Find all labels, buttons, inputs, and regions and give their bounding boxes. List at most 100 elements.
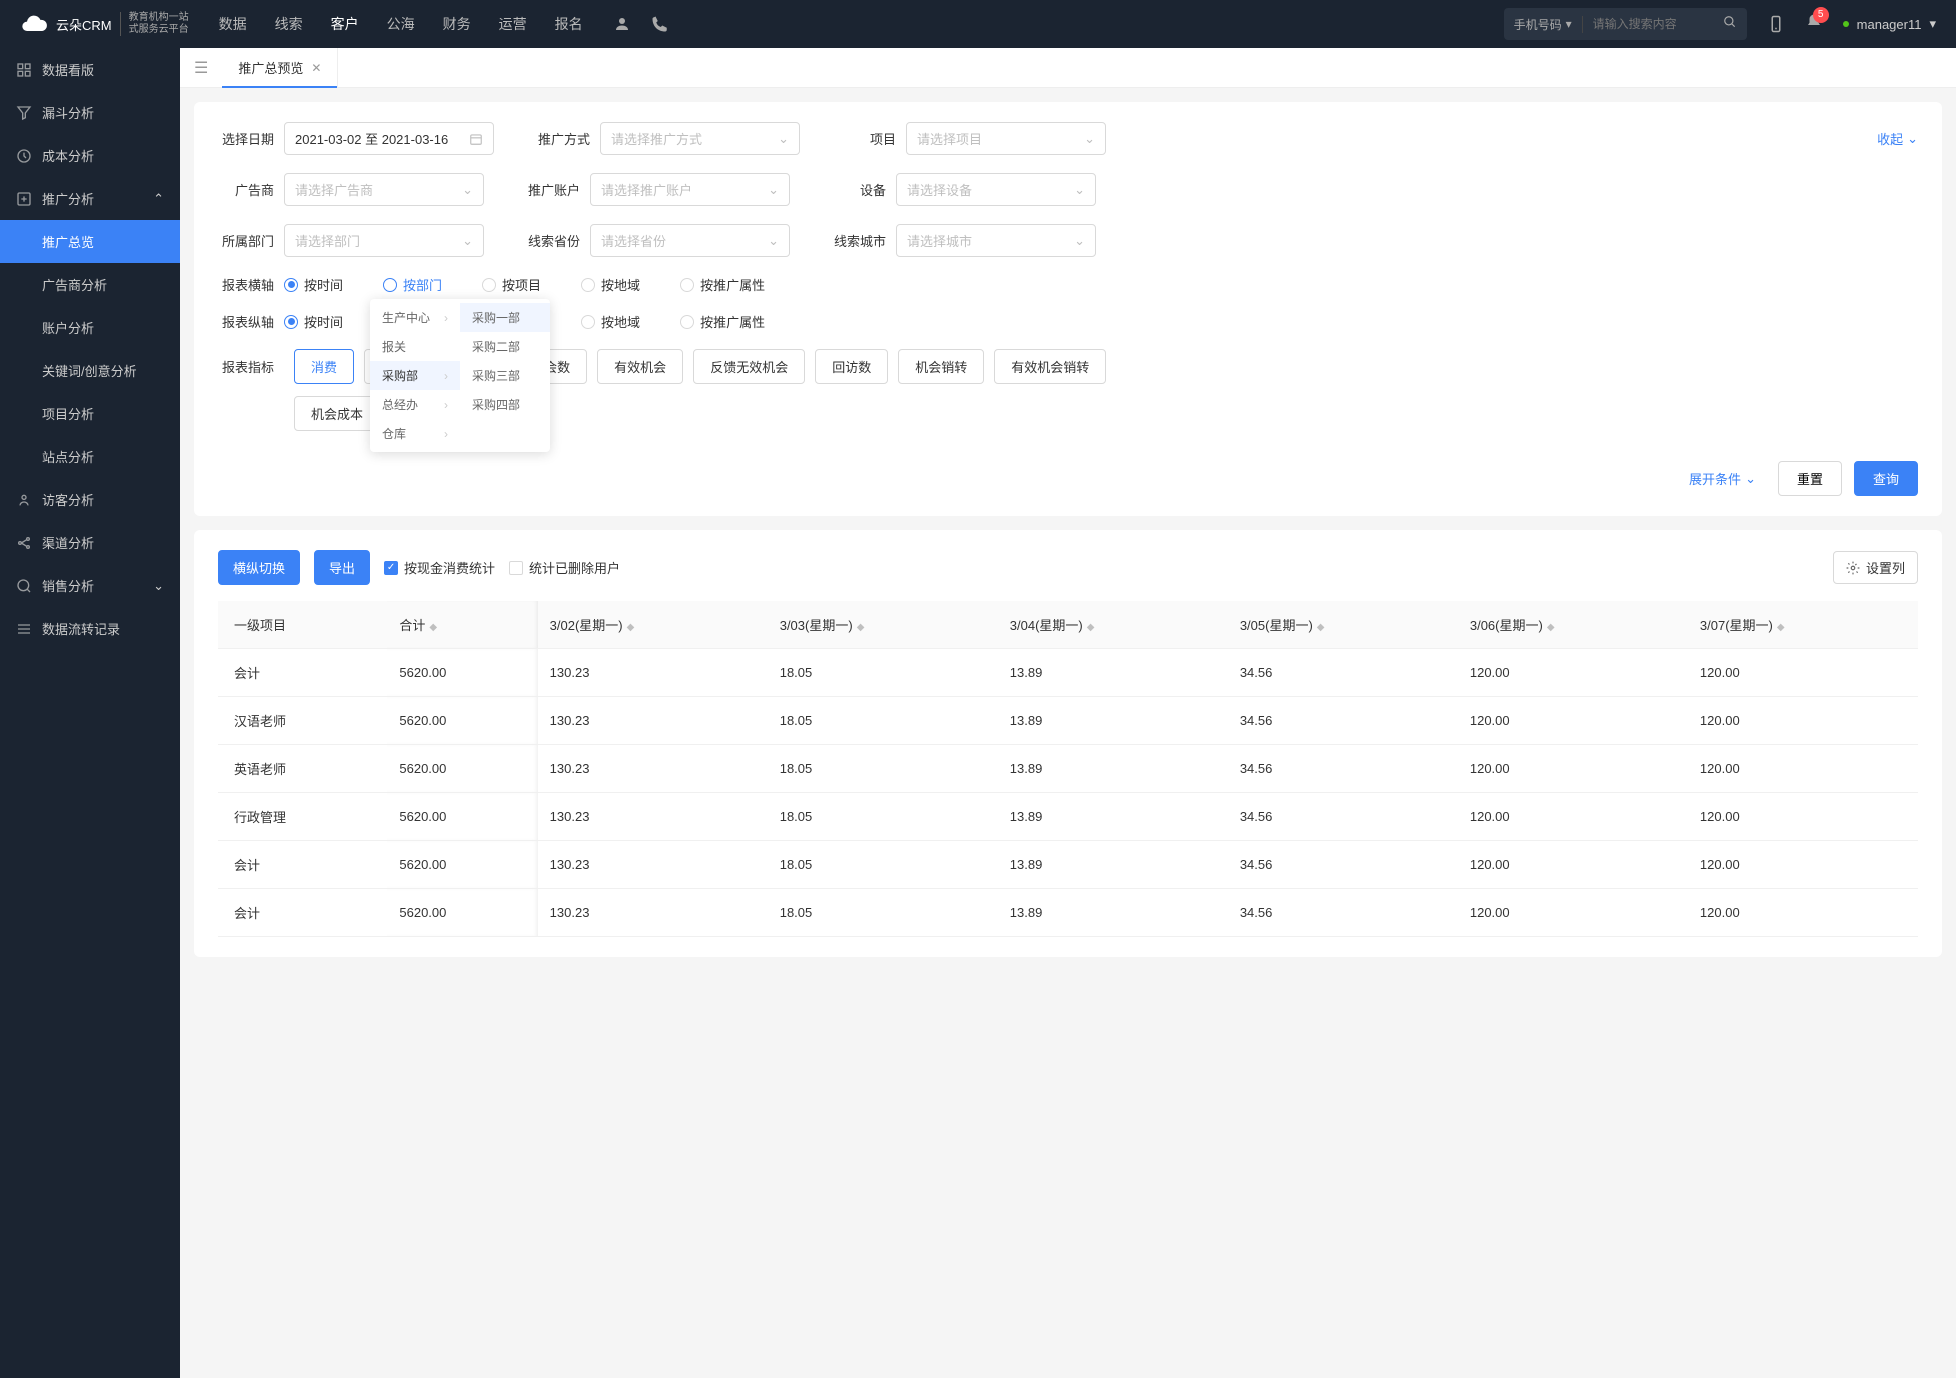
sidebar-item[interactable]: 访客分析 (0, 478, 180, 521)
metric-button[interactable]: 消费 (294, 349, 354, 384)
sidebar-item[interactable]: 推广分析⌃ (0, 177, 180, 220)
cash-stats-checkbox[interactable]: ✓ 按现金消费统计 (384, 558, 495, 577)
project-select[interactable]: 请选择项目 ⌄ (906, 122, 1106, 155)
search-type-select[interactable]: 手机号码 ▾ (1504, 16, 1583, 33)
nav-item[interactable]: 公海 (387, 14, 415, 34)
dropdown-item[interactable]: 生产中心› (370, 303, 460, 332)
radio-option[interactable]: 按推广属性 (680, 275, 765, 294)
dropdown-item[interactable]: 总经办› (370, 390, 460, 419)
advertiser-select[interactable]: 请选择广告商 ⌄ (284, 173, 484, 206)
table-header[interactable]: 3/06(星期一)◆ (1458, 601, 1688, 649)
sidebar-subitem[interactable]: 关键词/创意分析 (0, 349, 180, 392)
province-select[interactable]: 请选择省份 ⌄ (590, 224, 790, 257)
deleted-users-checkbox[interactable]: 统计已删除用户 (509, 558, 620, 577)
sidebar-item[interactable]: 成本分析 (0, 134, 180, 177)
table-cell: 5620.00 (387, 745, 537, 793)
chevron-down-icon: ⌄ (768, 182, 779, 198)
nav-item[interactable]: 运营 (499, 14, 527, 34)
table-header[interactable]: 一级项目 (218, 601, 387, 649)
table-header[interactable]: 3/07(星期一)◆ (1688, 601, 1918, 649)
sidebar-subitem[interactable]: 账户分析 (0, 306, 180, 349)
export-button[interactable]: 导出 (314, 550, 370, 585)
sidebar-item[interactable]: 数据流转记录 (0, 607, 180, 650)
table-header[interactable]: 3/05(星期一)◆ (1228, 601, 1458, 649)
city-select[interactable]: 请选择城市 ⌄ (896, 224, 1096, 257)
table-row: 会计5620.00130.2318.0513.8934.56120.00120.… (218, 649, 1918, 697)
sidebar-item[interactable]: 渠道分析 (0, 521, 180, 564)
metric-button[interactable]: 机会销转 (898, 349, 984, 384)
radio-option[interactable]: 按部门 (383, 275, 442, 294)
sort-icon: ◆ (857, 622, 865, 633)
dropdown-item[interactable]: 采购四部 (460, 390, 550, 419)
table-header[interactable]: 3/03(星期一)◆ (768, 601, 998, 649)
dropdown-item[interactable]: 报关 (370, 332, 460, 361)
hamburger-icon[interactable]: ☰ (180, 58, 222, 78)
toggle-axis-button[interactable]: 横纵切换 (218, 550, 300, 585)
radio-option[interactable]: 按地域 (581, 275, 640, 294)
date-range-input[interactable]: 2021-03-02 至 2021-03-16 (284, 122, 494, 155)
nav-item[interactable]: 线索 (275, 14, 303, 34)
table-cell: 34.56 (1228, 697, 1458, 745)
table-cell: 18.05 (768, 793, 998, 841)
phone-icon[interactable] (651, 15, 669, 33)
dropdown-item[interactable]: 采购三部 (460, 361, 550, 390)
table-panel: 横纵切换 导出 ✓ 按现金消费统计 统计已删除用户 设置列 一级项目合计◆3/0… (194, 530, 1942, 957)
metric-button[interactable]: 回访数 (815, 349, 888, 384)
radio-option[interactable]: 按时间 (284, 312, 343, 331)
dropdown-item[interactable]: 采购一部 (460, 303, 550, 332)
notifications[interactable]: 5 (1805, 13, 1823, 36)
mobile-icon[interactable] (1767, 15, 1785, 33)
sidebar-item[interactable]: 数据看版 (0, 48, 180, 91)
sidebar-subitem[interactable]: 项目分析 (0, 392, 180, 435)
metric-button[interactable]: 反馈无效机会 (693, 349, 805, 384)
promo-method-select[interactable]: 请选择推广方式 ⌄ (600, 122, 800, 155)
user-menu[interactable]: manager11 ▾ (1843, 16, 1936, 32)
dropdown-item[interactable]: 采购部› (370, 361, 460, 390)
radio-option[interactable]: 按项目 (482, 275, 541, 294)
user-icon[interactable] (613, 15, 631, 33)
nav-item[interactable]: 财务 (443, 14, 471, 34)
column-settings-button[interactable]: 设置列 (1833, 551, 1918, 584)
table-cell: 会计 (218, 889, 387, 937)
collapse-button[interactable]: 收起 ⌄ (1877, 129, 1918, 148)
gear-icon (1846, 561, 1860, 575)
table-header[interactable]: 3/02(星期一)◆ (538, 601, 768, 649)
search-input[interactable] (1583, 17, 1713, 31)
reset-button[interactable]: 重置 (1778, 461, 1842, 496)
radio-option[interactable]: 按时间 (284, 275, 343, 294)
radio-icon (284, 278, 298, 292)
tab-promo-overview[interactable]: 推广总预览 ✕ (222, 48, 338, 88)
sidebar-subitem[interactable]: 推广总览 (0, 220, 180, 263)
filter-dept: 所属部门 请选择部门 ⌄ (218, 224, 484, 257)
expand-conditions[interactable]: 展开条件 ⌄ (1689, 469, 1756, 488)
dept-dropdown: 生产中心›报关采购部›总经办›仓库› 采购一部采购二部采购三部采购四部 (370, 299, 550, 452)
sort-icon: ◆ (1547, 622, 1555, 633)
nav-item[interactable]: 数据 (219, 14, 247, 34)
metric-button[interactable]: 机会成本 (294, 396, 380, 431)
radio-option[interactable]: 按地域 (581, 312, 640, 331)
sidebar-item[interactable]: 销售分析⌄ (0, 564, 180, 607)
table-cell: 13.89 (998, 649, 1228, 697)
table-header[interactable]: 合计◆ (387, 601, 537, 649)
nav-item[interactable]: 报名 (555, 14, 583, 34)
sidebar-subitem[interactable]: 广告商分析 (0, 263, 180, 306)
metric-button[interactable]: 有效机会 (597, 349, 683, 384)
table-cell: 英语老师 (218, 745, 387, 793)
metric-button[interactable]: 有效机会销转 (994, 349, 1106, 384)
radio-option[interactable]: 按推广属性 (680, 312, 765, 331)
account-select[interactable]: 请选择推广账户 ⌄ (590, 173, 790, 206)
sidebar-subitem[interactable]: 站点分析 (0, 435, 180, 478)
radio-icon (581, 278, 595, 292)
device-select[interactable]: 请选择设备 ⌄ (896, 173, 1096, 206)
sidebar-item[interactable]: 漏斗分析 (0, 91, 180, 134)
table-header[interactable]: 3/04(星期一)◆ (998, 601, 1228, 649)
close-icon[interactable]: ✕ (311, 61, 321, 75)
sort-icon: ◆ (1087, 622, 1095, 633)
search-icon[interactable] (1713, 15, 1747, 34)
query-button[interactable]: 查询 (1854, 461, 1918, 496)
dropdown-item[interactable]: 采购二部 (460, 332, 550, 361)
dropdown-item[interactable]: 仓库› (370, 419, 460, 448)
nav-item[interactable]: 客户 (331, 14, 359, 34)
dept-select[interactable]: 请选择部门 ⌄ (284, 224, 484, 257)
table-cell: 5620.00 (387, 841, 537, 889)
